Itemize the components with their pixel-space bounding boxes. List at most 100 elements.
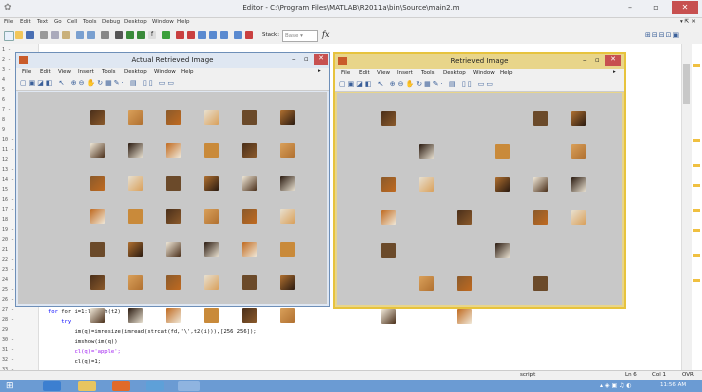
exit-debug-icon[interactable]	[245, 31, 253, 39]
fig-menu-tools[interactable]: Tools	[102, 69, 116, 75]
fig-menu-view[interactable]: View	[377, 70, 390, 76]
paint-icon[interactable]	[146, 381, 164, 391]
code-line-29[interactable]: try	[48, 319, 71, 325]
retrieved-thumbnail	[242, 176, 257, 191]
paste-icon[interactable]	[62, 31, 70, 39]
fig-menu-insert[interactable]: Insert	[397, 70, 413, 76]
forward-icon[interactable]	[137, 31, 145, 39]
copy-icon[interactable]	[51, 31, 59, 39]
figure-close-button[interactable]: ✕	[314, 54, 328, 65]
clear-breakpoint-icon[interactable]	[187, 31, 195, 39]
menu-text[interactable]: Text	[37, 19, 48, 25]
step-icon[interactable]	[198, 31, 206, 39]
figure-maximize-button[interactable]: ▫	[304, 55, 309, 63]
figure-tool-icons[interactable]: ▢▣◪◧ ↖ ⊕⊖✋↻▦✎· ▤ ▯▯ ▭▭	[20, 79, 176, 87]
fig-menu-desktop[interactable]: Desktop	[124, 69, 147, 75]
fig-menu-arrow-icon[interactable]: ▸	[318, 68, 321, 74]
fig-menu-desktop[interactable]: Desktop	[443, 70, 466, 76]
figure-retrieved[interactable]: Retrieved Image – ▫ ✕ File Edit View Ins…	[333, 52, 626, 324]
fx-toolbar-icon[interactable]: f	[148, 31, 156, 39]
menu-tools[interactable]: Tools	[83, 19, 97, 25]
line-number: 15	[2, 187, 9, 193]
code-line-32[interactable]: cl(q)='apple';	[48, 349, 120, 355]
fig-menu-help[interactable]: Help	[500, 70, 513, 76]
ie-icon[interactable]	[43, 381, 61, 391]
layout-buttons-icon[interactable]: ⊞⊟⊟⊡▣	[645, 31, 697, 40]
continue-icon[interactable]	[234, 31, 242, 39]
menu-file[interactable]: File	[4, 19, 13, 25]
fig-menu-help[interactable]: Help	[181, 69, 194, 75]
figure-minimize-button[interactable]: –	[292, 55, 296, 63]
retrieved-thumbnail	[381, 177, 396, 192]
figure-maximize-button[interactable]: ▫	[595, 56, 600, 64]
line-number: 20 -	[2, 237, 15, 243]
print-icon[interactable]	[101, 31, 109, 39]
figure-tool-icons[interactable]: ▢▣◪◧ ↖ ⊕⊖✋↻▦✎· ▤ ▯▯ ▭▭	[339, 80, 495, 88]
set-breakpoint-icon[interactable]	[176, 31, 184, 39]
fig-menu-window[interactable]: Window	[473, 70, 495, 76]
new-file-icon[interactable]	[4, 31, 14, 41]
fig-menu-edit[interactable]: Edit	[359, 70, 370, 76]
run-icon[interactable]	[162, 31, 170, 39]
menu-debug[interactable]: Debug	[102, 19, 120, 25]
figure-minimize-button[interactable]: –	[583, 56, 587, 64]
warning-marker[interactable]	[693, 254, 700, 257]
back-icon[interactable]	[126, 31, 134, 39]
warning-marker[interactable]	[693, 229, 700, 232]
code-line-31[interactable]: imshow(im(q))	[48, 339, 117, 345]
line-number: 5	[2, 87, 6, 93]
warning-marker[interactable]	[693, 164, 700, 167]
scroll-thumb[interactable]	[683, 64, 690, 104]
warning-marker[interactable]	[693, 139, 700, 142]
step-in-icon[interactable]	[209, 31, 217, 39]
vertical-scrollbar[interactable]	[681, 44, 692, 370]
fig-menu-tools[interactable]: Tools	[421, 70, 435, 76]
fig-menu-arrow-icon[interactable]: ▸	[613, 69, 616, 75]
figure-actual-menu: File Edit View Insert Tools Desktop Wind…	[16, 68, 329, 78]
menu-desktop[interactable]: Desktop	[124, 19, 147, 25]
code-line-33[interactable]: cl(q)=1;	[48, 359, 101, 365]
retrieved-thumbnail	[90, 242, 105, 257]
find-icon[interactable]	[115, 31, 123, 39]
step-out-icon[interactable]	[220, 31, 228, 39]
tray-icons[interactable]: ▴ ◈ ▣ ♫ ◐	[600, 382, 632, 389]
redo-icon[interactable]	[87, 31, 95, 39]
fig-menu-view[interactable]: View	[58, 69, 71, 75]
menu-window[interactable]: Window	[152, 19, 174, 25]
minimize-button[interactable]: –	[620, 1, 640, 14]
fig-menu-file[interactable]: File	[341, 70, 350, 76]
cut-icon[interactable]	[40, 31, 48, 39]
code-line-30[interactable]: im(q)=imresize(imread(strcat(fd,'\',t2(i…	[48, 329, 256, 335]
fig-menu-insert[interactable]: Insert	[78, 69, 94, 75]
dock-controls-icon[interactable]: ▾ ⇱ ✕	[680, 19, 696, 25]
retrieved-thumbnail	[204, 176, 219, 191]
media-icon[interactable]	[112, 381, 130, 391]
code-line-28[interactable]: for for i=1:length(t2)	[48, 309, 121, 315]
warning-marker[interactable]	[693, 209, 700, 212]
warning-marker[interactable]	[693, 279, 700, 282]
menu-edit[interactable]: Edit	[20, 19, 31, 25]
menu-help[interactable]: Help	[177, 19, 190, 25]
menu-go[interactable]: Go	[54, 19, 62, 25]
folder-icon[interactable]	[78, 381, 96, 391]
line-number: 17 -	[2, 207, 15, 213]
fig-menu-file[interactable]: File	[22, 69, 31, 75]
undo-icon[interactable]	[76, 31, 84, 39]
fig-menu-edit[interactable]: Edit	[40, 69, 51, 75]
line-number: 21	[2, 247, 9, 253]
warning-marker[interactable]	[693, 64, 700, 67]
menu-cell[interactable]: Cell	[67, 19, 77, 25]
figure-close-button[interactable]: ✕	[605, 55, 621, 66]
matlab-taskbar-icon[interactable]	[178, 381, 200, 391]
save-icon[interactable]	[26, 31, 34, 39]
figure-actual-retrieved[interactable]: Actual Retrieved Image – ▫ ✕ File Edit V…	[15, 52, 330, 323]
fig-menu-window[interactable]: Window	[154, 69, 176, 75]
start-icon[interactable]: ⊞	[6, 382, 20, 391]
retrieved-thumbnail	[280, 308, 295, 323]
retrieved-thumbnail	[457, 276, 472, 291]
warning-marker[interactable]	[693, 184, 700, 187]
close-button[interactable]: ✕	[672, 1, 698, 14]
maximize-button[interactable]: ▫	[643, 1, 669, 14]
open-folder-icon[interactable]	[15, 31, 23, 39]
stack-select[interactable]: Base ▾	[282, 30, 318, 42]
